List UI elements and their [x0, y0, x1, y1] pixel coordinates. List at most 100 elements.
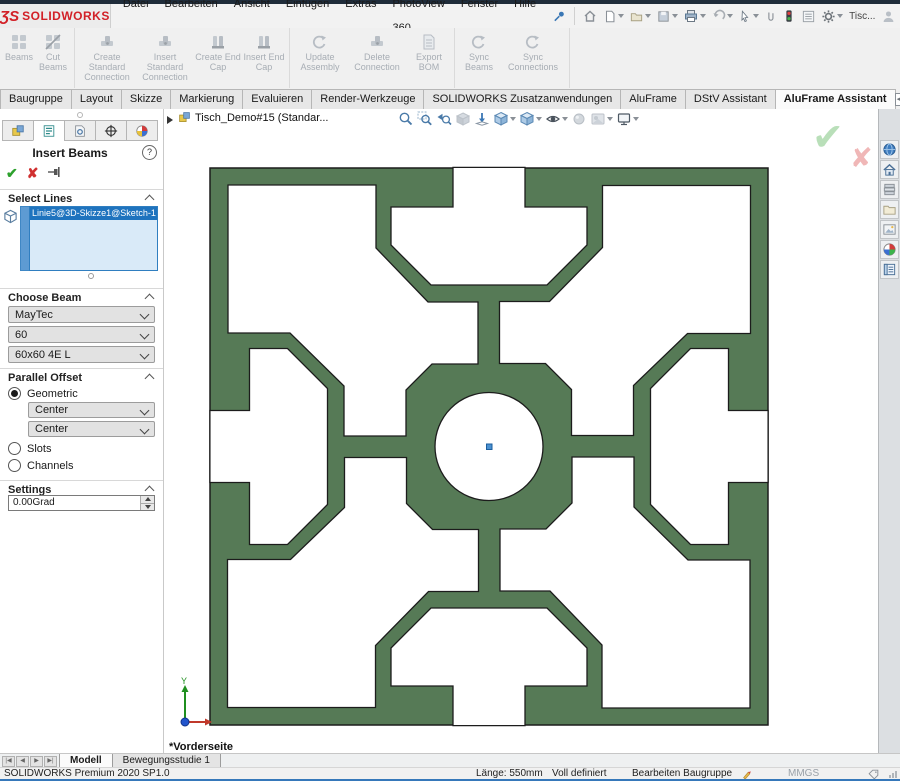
model-tab[interactable]: Modell	[59, 754, 113, 768]
dimxpert-manager-tab[interactable]	[95, 120, 127, 141]
settings-gear-icon[interactable]	[819, 6, 845, 26]
new-document-icon[interactable]	[601, 6, 626, 26]
display-style-icon[interactable]	[519, 111, 542, 127]
collapse-chevron-icon[interactable]	[144, 293, 155, 304]
feature-manager-tab[interactable]	[2, 120, 34, 141]
open-icon[interactable]	[627, 6, 653, 26]
tab-aluframe-assistant[interactable]: AluFrame Assistant	[774, 89, 896, 109]
apply-scene-icon[interactable]	[590, 111, 613, 127]
tab-skizze[interactable]: Skizze	[120, 89, 172, 109]
collapse-chevron-icon[interactable]	[144, 373, 155, 384]
choose-beam-header[interactable]: Choose Beam	[8, 292, 81, 304]
collapse-chevron-icon[interactable]	[144, 485, 155, 496]
resources-home-icon[interactable]	[880, 160, 899, 179]
appearances-scenes-icon[interactable]	[880, 240, 899, 259]
view-orientation-icon[interactable]	[493, 111, 516, 127]
radio-geometric[interactable]	[8, 387, 21, 400]
previous-view-icon[interactable]	[436, 111, 452, 127]
tab-aluframe[interactable]: AluFrame	[620, 89, 686, 109]
document-switcher[interactable]: Tisc...	[846, 11, 878, 22]
configuration-manager-tab[interactable]	[64, 120, 96, 141]
flyout-tree-arrow-icon[interactable]	[167, 116, 173, 124]
keep-visible-pin-icon[interactable]	[47, 165, 61, 182]
panel-help-button[interactable]: ?	[142, 145, 157, 160]
sync-connections-button[interactable]: Sync Connections	[500, 32, 566, 73]
create-standard-connection-button[interactable]: Create Standard Connection	[78, 32, 136, 83]
selected-line-item[interactable]: Linie5@3D-Skizze1@Sketch-1	[30, 207, 157, 220]
manufacturer-dropdown[interactable]: MayTec	[8, 306, 155, 323]
normal-to-icon[interactable]	[474, 111, 490, 127]
document-flyout-label[interactable]: Tisch_Demo#15 (Standar...	[178, 111, 329, 124]
motion-study-tab[interactable]: Bewegungsstudie 1	[111, 754, 221, 768]
options-list-icon[interactable]	[799, 6, 818, 26]
update-assembly-button[interactable]: Update Assembly	[293, 32, 347, 73]
tab-layout[interactable]: Layout	[70, 89, 122, 109]
insert-standard-connection-button[interactable]: Insert Standard Connection	[136, 32, 194, 83]
delete-connection-button[interactable]: Delete Connection	[347, 32, 407, 73]
panel-grip-icon[interactable]	[77, 112, 83, 118]
user-avatar-icon[interactable]	[879, 6, 898, 26]
design-library-icon[interactable]	[880, 180, 899, 199]
tab-markierung[interactable]: Markierung	[170, 89, 244, 109]
tab-scroll-next-icon[interactable]: ▶	[30, 755, 43, 767]
ok-check-icon[interactable]: ✔	[6, 165, 18, 182]
hide-show-items-icon[interactable]	[545, 111, 568, 127]
export-bom-button[interactable]: Export BOM	[407, 32, 451, 73]
selected-center-point[interactable]	[486, 443, 493, 450]
collapse-chevron-icon[interactable]	[144, 194, 155, 205]
file-explorer-icon[interactable]	[880, 200, 899, 219]
confirmation-corner-cancel-icon[interactable]: ✘	[850, 143, 873, 174]
custom-properties-icon[interactable]	[880, 260, 899, 279]
offset-bottom-dropdown[interactable]: Center	[28, 421, 155, 437]
radio-slots[interactable]	[8, 442, 21, 455]
radio-channels[interactable]	[8, 459, 21, 472]
selected-lines-listbox[interactable]: Linie5@3D-Skizze1@Sketch-1	[29, 206, 158, 271]
tab-scroll-prev-icon[interactable]: ◀	[16, 755, 29, 767]
undo-icon[interactable]	[709, 6, 735, 26]
spin-down-button[interactable]	[141, 502, 154, 510]
channels-radio-row[interactable]: Channels	[8, 459, 73, 472]
tab-zusatzanwendungen[interactable]: SOLIDWORKS Zusatzanwendungen	[423, 89, 622, 109]
view-palette-icon[interactable]	[880, 220, 899, 239]
3dexperience-globe-icon[interactable]	[880, 140, 899, 159]
angle-spinner[interactable]: 0.00Grad	[8, 495, 155, 511]
profile-dropdown[interactable]: 60x60 4E L	[8, 346, 155, 363]
cut-beams-button[interactable]: Cut Beams	[35, 32, 71, 73]
graphics-viewport[interactable]: Tisch_Demo#15 (Standar... ✔ ✘ Y *Vorders…	[164, 109, 878, 753]
create-end-cap-button[interactable]: Create End Cap	[194, 32, 242, 73]
offset-top-dropdown[interactable]: Center	[28, 402, 155, 418]
home-icon[interactable]	[580, 6, 600, 26]
save-icon[interactable]	[654, 6, 680, 26]
property-manager-tab[interactable]	[33, 120, 65, 141]
edit-appearance-icon[interactable]	[571, 111, 587, 127]
select-lines-header[interactable]: Select Lines	[8, 193, 72, 205]
view-settings-icon[interactable]	[616, 111, 639, 127]
zoom-to-area-icon[interactable]	[417, 111, 433, 127]
confirmation-corner-ok-icon[interactable]: ✔	[812, 115, 844, 160]
parallel-offset-header[interactable]: Parallel Offset	[8, 372, 82, 384]
display-manager-tab[interactable]	[126, 120, 158, 141]
slots-radio-row[interactable]: Slots	[8, 442, 51, 455]
tab-render-werkzeuge[interactable]: Render-Werkzeuge	[311, 89, 425, 109]
tab-dstv-assistant[interactable]: DStV Assistant	[684, 89, 776, 109]
geometric-radio-row[interactable]: Geometric	[8, 387, 78, 400]
collapse-pane-left-icon[interactable]: ◂	[894, 93, 900, 106]
tab-scroll-last-icon[interactable]: ▶|	[44, 755, 57, 767]
tab-baugruppe[interactable]: Baugruppe	[0, 89, 72, 109]
beams-button[interactable]: Beams	[3, 32, 35, 63]
section-view-icon[interactable]	[455, 111, 471, 127]
pin-menu-icon[interactable]	[550, 6, 569, 26]
cancel-x-icon[interactable]: ✘	[27, 165, 39, 182]
rebuild-icon[interactable]	[780, 6, 798, 26]
print-icon[interactable]	[681, 6, 708, 26]
tab-evaluieren[interactable]: Evaluieren	[242, 89, 313, 109]
insert-end-cap-button[interactable]: Insert End Cap	[242, 32, 286, 73]
attach-icon[interactable]	[762, 6, 779, 26]
zoom-to-fit-icon[interactable]	[398, 111, 414, 127]
size-dropdown[interactable]: 60	[8, 326, 155, 343]
select-cursor-icon[interactable]	[736, 6, 761, 26]
sync-beams-button[interactable]: Sync Beams	[458, 32, 500, 73]
list-resize-handle[interactable]	[88, 273, 94, 279]
angle-value[interactable]: 0.00Grad	[9, 496, 140, 510]
tab-scroll-first-icon[interactable]: |◀	[2, 755, 15, 767]
